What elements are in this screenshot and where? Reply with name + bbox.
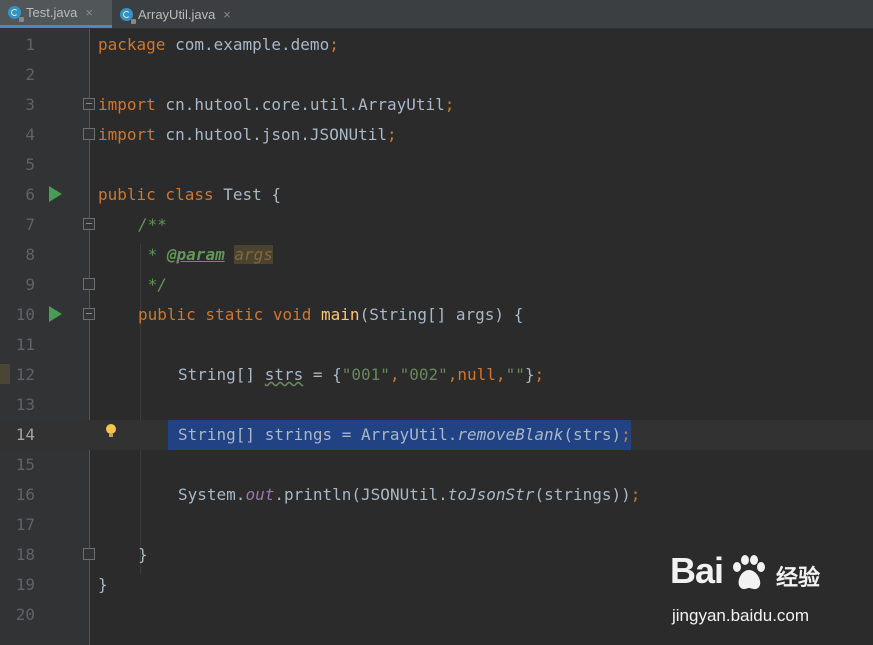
editor-tab-bar: Test.java × ArrayUtil.java × — [0, 0, 873, 29]
line-number: 1 — [25, 35, 35, 54]
tab-label: ArrayUtil.java — [138, 6, 216, 22]
line-number: 5 — [25, 155, 35, 174]
watermark-logo-text: Bai — [670, 550, 724, 591]
code-text[interactable]: System.out.println(JSONUtil.toJsonStr(st… — [178, 480, 640, 510]
code-text[interactable]: String[] strs = {"001","002",null,""}; — [178, 360, 544, 390]
code-line: 9 */ — [0, 270, 873, 300]
code-line: 8 * @param args — [0, 240, 873, 270]
code-text[interactable]: public static void main(String[] args) { — [138, 300, 523, 330]
line-number: 17 — [15, 515, 35, 534]
tab-label: Test.java — [26, 5, 78, 20]
code-line: 1 package com.example.demo; — [0, 30, 873, 60]
baidu-jingyan-watermark: Bai 经验 jingyan.baidu.com — [668, 548, 868, 638]
code-line: 5 — [0, 150, 873, 180]
code-line: 17 — [0, 510, 873, 540]
line-number: 14 — [15, 425, 35, 444]
fold-icon[interactable] — [83, 548, 95, 560]
line-number: 7 — [25, 215, 35, 234]
java-class-icon — [120, 7, 136, 24]
code-text[interactable]: /** — [138, 210, 167, 240]
run-gutter-icon[interactable] — [49, 186, 62, 202]
code-line: 6 public class Test { — [0, 180, 873, 210]
fold-icon[interactable] — [83, 218, 95, 230]
intention-bulb-icon[interactable] — [106, 424, 116, 437]
line-number: 13 — [15, 395, 35, 414]
code-text[interactable]: public class Test { — [98, 180, 281, 210]
code-line: 10 public static void main(String[] args… — [0, 300, 873, 330]
line-number: 12 — [15, 365, 35, 384]
line-number: 6 — [25, 185, 35, 204]
close-icon[interactable]: × — [85, 5, 93, 20]
fold-icon[interactable] — [83, 308, 95, 320]
line-number: 4 — [25, 125, 35, 144]
line-number: 11 — [15, 335, 35, 354]
tab-test-java[interactable]: Test.java × — [0, 0, 112, 28]
line-number: 16 — [15, 485, 35, 504]
code-line: 12 String[] strs = {"001","002",null,""}… — [0, 360, 873, 390]
code-line: 3 import cn.hutool.core.util.ArrayUtil; — [0, 90, 873, 120]
close-icon[interactable]: × — [223, 7, 231, 22]
line-number: 10 — [15, 305, 35, 324]
line-number: 19 — [15, 575, 35, 594]
line-number: 3 — [25, 95, 35, 114]
code-line: 15 — [0, 450, 873, 480]
line-number: 18 — [15, 545, 35, 564]
code-line: 13 — [0, 390, 873, 420]
code-line: 11 — [0, 330, 873, 360]
java-class-icon — [8, 6, 24, 22]
code-line: 2 — [0, 60, 873, 90]
baidu-paw-icon — [733, 555, 765, 590]
code-line: 4 import cn.hutool.json.JSONUtil; — [0, 120, 873, 150]
code-line: 16 System.out.println(JSONUtil.toJsonStr… — [0, 480, 873, 510]
tab-arrayutil-java[interactable]: ArrayUtil.java × — [112, 0, 236, 28]
code-text[interactable]: import cn.hutool.core.util.ArrayUtil; — [98, 90, 454, 120]
line-number: 2 — [25, 65, 35, 84]
line-number: 15 — [15, 455, 35, 474]
fold-icon[interactable] — [83, 98, 95, 110]
code-text[interactable]: import cn.hutool.json.JSONUtil; — [98, 120, 397, 150]
code-line-caret: 14 String[] strings = ArrayUtil.removeBl… — [0, 420, 873, 450]
selected-code-text[interactable]: String[] strings = ArrayUtil.removeBlank… — [168, 420, 631, 450]
code-text[interactable]: } — [98, 570, 108, 600]
code-line: 7 /** — [0, 210, 873, 240]
code-text[interactable]: package com.example.demo; — [98, 30, 339, 60]
watermark-url: jingyan.baidu.com — [672, 606, 810, 625]
line-number: 20 — [15, 605, 35, 624]
line-number: 9 — [25, 275, 35, 294]
line-number: 8 — [25, 245, 35, 264]
watermark-brand-text: 经验 — [776, 566, 821, 591]
code-text[interactable]: */ — [138, 270, 167, 300]
run-gutter-icon[interactable] — [49, 306, 62, 322]
fold-icon[interactable] — [83, 128, 95, 140]
fold-icon[interactable] — [83, 278, 95, 290]
code-text[interactable]: } — [138, 540, 148, 570]
code-text[interactable]: * @param args — [138, 240, 273, 270]
